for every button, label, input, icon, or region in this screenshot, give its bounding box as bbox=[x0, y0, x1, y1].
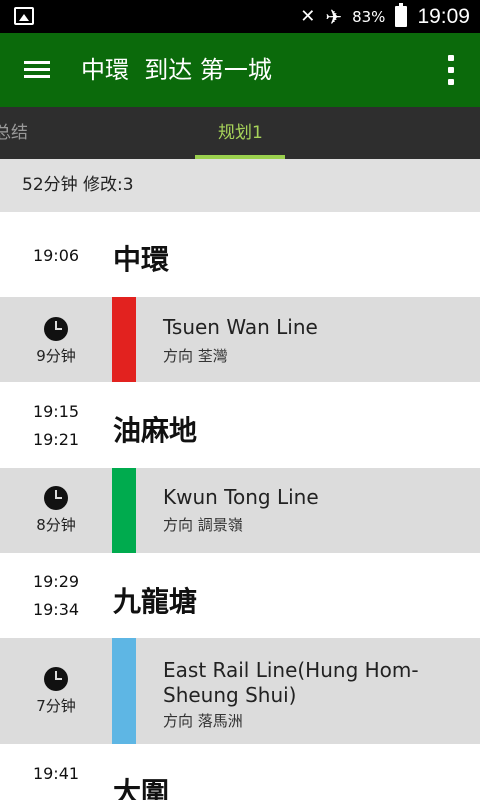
segment-row[interactable]: 9分钟 Tsuen Wan Line 方向 荃灣 bbox=[0, 297, 480, 382]
mute-icon: ✕ bbox=[300, 6, 316, 27]
clock-time: 19:09 bbox=[417, 4, 470, 28]
app-toolbar: 中環 到达 第一城 bbox=[0, 33, 480, 107]
stop-row[interactable]: 19:29 19:34 九龍塘 bbox=[0, 553, 480, 638]
stop-row[interactable]: 19:15 19:21 油麻地 bbox=[0, 382, 480, 468]
route-summary: 52分钟 修改:3 bbox=[0, 159, 480, 212]
line-color-bar bbox=[112, 297, 136, 382]
line-color-bar bbox=[112, 638, 136, 744]
departure-time: 19:34 bbox=[32, 600, 80, 619]
arrival-time: 19:06 bbox=[32, 246, 80, 265]
stop-row[interactable]: 19:41 大圍 bbox=[0, 744, 480, 800]
line-name: East Rail Line(Hung Hom- bbox=[163, 658, 419, 682]
segment-row[interactable]: 8分钟 Kwun Tong Line 方向 調景嶺 bbox=[0, 468, 480, 553]
line-direction: 方向 落馬洲 bbox=[163, 712, 243, 730]
arrival-time: 19:15 bbox=[32, 402, 80, 421]
line-color-bar bbox=[112, 468, 136, 553]
stop-name: 大圍 bbox=[113, 776, 170, 800]
status-bar: ✕ ✈ 83% 19:09 bbox=[0, 0, 480, 33]
battery-percent: 83% bbox=[352, 7, 386, 26]
line-name: Kwun Tong Line bbox=[163, 485, 319, 509]
departure-time: 19:21 bbox=[32, 430, 80, 449]
line-direction: 方向 調景嶺 bbox=[163, 516, 243, 534]
stop-name: 中環 bbox=[113, 243, 170, 276]
line-name: Tsuen Wan Line bbox=[163, 315, 318, 339]
tab-summary[interactable]: 总结 bbox=[0, 107, 28, 159]
segment-duration: 9分钟 bbox=[36, 347, 76, 365]
battery-icon bbox=[395, 3, 408, 27]
segment-row[interactable]: 7分钟 East Rail Line(Hung Hom- Sheung Shui… bbox=[0, 638, 480, 744]
segment-duration: 8分钟 bbox=[36, 516, 76, 534]
clock-icon bbox=[44, 667, 68, 691]
image-icon bbox=[14, 7, 34, 25]
page-title: 中環 到达 第一城 bbox=[81, 56, 272, 84]
stop-name: 油麻地 bbox=[113, 414, 198, 447]
hamburger-menu-icon[interactable] bbox=[24, 61, 50, 79]
clock-icon bbox=[44, 486, 68, 510]
overflow-menu-icon[interactable] bbox=[448, 55, 454, 85]
tab-bar: 总结 规划1 bbox=[0, 107, 480, 159]
arrival-time: 19:29 bbox=[32, 572, 80, 591]
airplane-icon: ✈ bbox=[325, 4, 343, 29]
stop-row[interactable]: 19:06 中環 bbox=[0, 212, 480, 297]
line-name-continued: Sheung Shui) bbox=[163, 683, 297, 707]
stop-name: 九龍塘 bbox=[113, 585, 198, 618]
segment-duration: 7分钟 bbox=[36, 697, 76, 715]
arrival-time: 19:41 bbox=[32, 764, 80, 783]
tab-plan-1[interactable]: 规划1 bbox=[218, 107, 263, 159]
clock-icon bbox=[44, 317, 68, 341]
line-direction: 方向 荃灣 bbox=[163, 347, 228, 365]
